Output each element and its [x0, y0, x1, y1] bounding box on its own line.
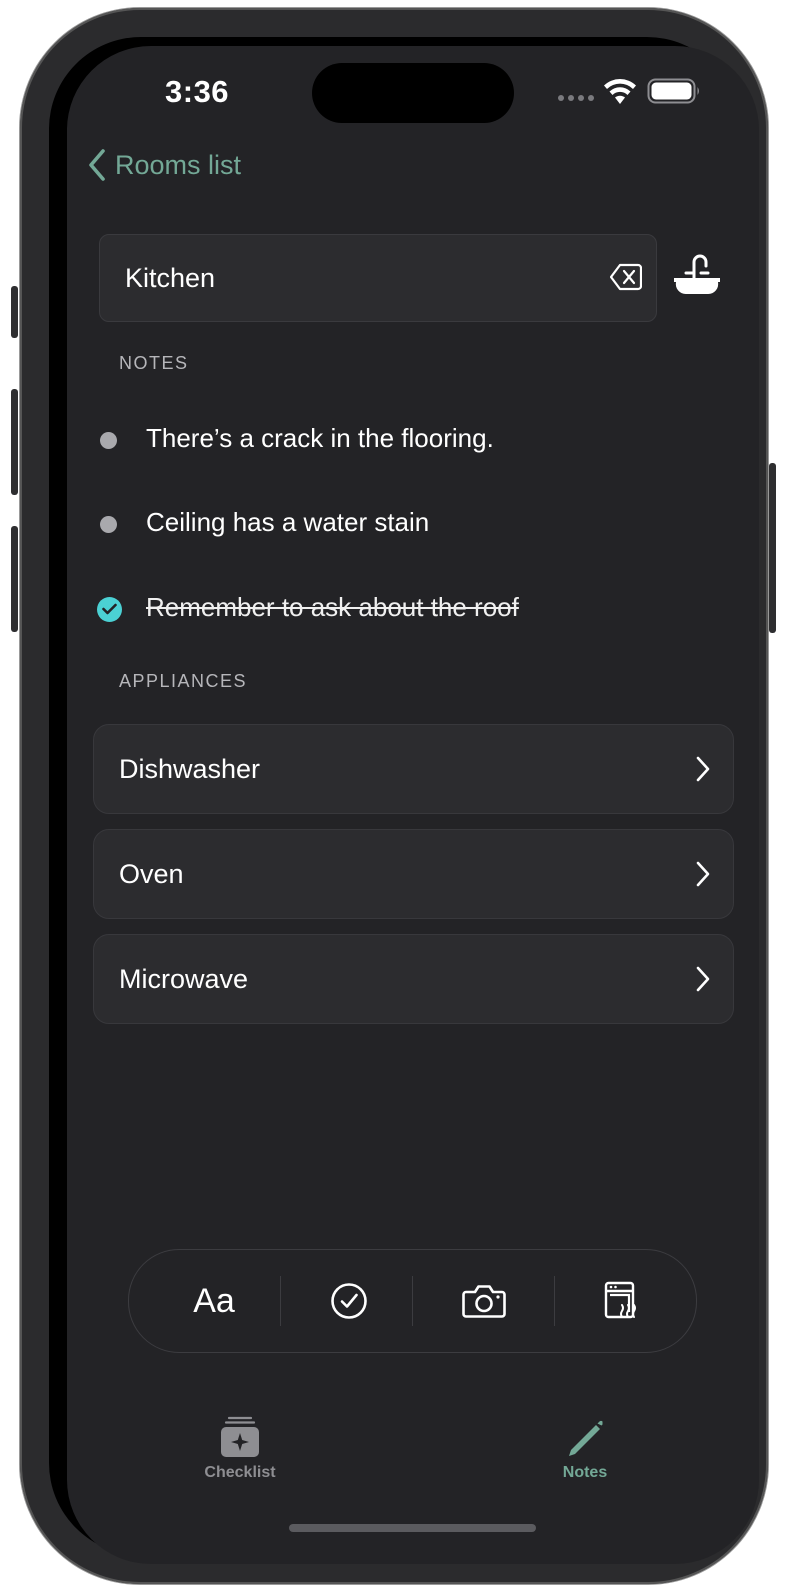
appliance-row-dishwasher[interactable]: Dishwasher: [93, 724, 734, 814]
note-text[interactable]: There’s a crack in the flooring.: [146, 423, 494, 454]
text-format-icon: Aa: [193, 1281, 235, 1320]
battery-icon: [647, 78, 699, 104]
note-item[interactable]: There’s a crack in the flooring.: [97, 423, 494, 457]
appliance-label: Microwave: [119, 964, 249, 994]
pencil-icon: [569, 1420, 603, 1456]
toolbar-divider: [554, 1276, 555, 1326]
bullet-icon[interactable]: [100, 431, 117, 449]
appliance-label: Oven: [119, 859, 184, 889]
screen: 3:36 Rooms list Kitchen NOTES There’s a …: [67, 46, 759, 1564]
power-button: [769, 463, 776, 633]
room-name-field[interactable]: Kitchen: [99, 234, 657, 322]
wifi-icon: [604, 79, 636, 104]
chevron-left-icon: [89, 149, 105, 181]
note-text[interactable]: Remember to ask about the roof: [146, 592, 519, 623]
appliance-button[interactable]: [569, 1250, 674, 1352]
chevron-right-icon: [696, 756, 710, 782]
add-checkbox-button[interactable]: [294, 1250, 404, 1352]
back-label: Rooms list: [115, 149, 242, 180]
home-indicator[interactable]: [289, 1524, 536, 1532]
room-name-value: Kitchen: [125, 263, 216, 293]
action-button: [11, 286, 18, 338]
camera-button[interactable]: [429, 1250, 539, 1352]
appliance-icon: [604, 1281, 636, 1319]
back-button[interactable]: Rooms list: [87, 148, 241, 182]
appliance-row-microwave[interactable]: Microwave: [93, 934, 734, 1024]
chevron-right-icon: [696, 966, 710, 992]
bullet-icon[interactable]: [100, 515, 117, 533]
checkmark-circle-icon: [331, 1283, 367, 1319]
text-format-button[interactable]: Aa: [159, 1250, 269, 1352]
notes-section-header: NOTES: [119, 353, 189, 373]
toolbar-divider: [280, 1276, 281, 1326]
tab-label: Notes: [562, 1464, 608, 1481]
appliances-section-header: APPLIANCES: [119, 671, 248, 691]
status-time: 3:36: [165, 74, 230, 109]
sink-icon[interactable]: [673, 254, 721, 300]
clear-text-icon[interactable]: [610, 263, 642, 291]
checkmark-icon[interactable]: [97, 596, 122, 622]
appliance-label: Dishwasher: [119, 754, 261, 784]
cellular-signal-icon: [558, 95, 594, 101]
note-item[interactable]: Ceiling has a water stain: [97, 507, 429, 541]
note-item[interactable]: Remember to ask about the roof: [97, 592, 519, 626]
volume-up-button: [11, 389, 18, 495]
toolbar-divider: [412, 1276, 413, 1326]
appliance-row-oven[interactable]: Oven: [93, 829, 734, 919]
volume-down-button: [11, 526, 18, 632]
editing-toolbar: Aa: [128, 1249, 697, 1353]
tab-label: Checklist: [204, 1464, 276, 1481]
camera-icon: [462, 1285, 506, 1318]
tab-notes[interactable]: Notes: [525, 1416, 645, 1482]
dynamic-island: [312, 63, 514, 123]
device-frame: 3:36 Rooms list Kitchen NOTES There’s a …: [11, 8, 776, 1584]
note-text[interactable]: Ceiling has a water stain: [146, 507, 429, 538]
tab-checklist[interactable]: Checklist: [180, 1416, 300, 1482]
chevron-right-icon: [696, 861, 710, 887]
checklist-icon: [221, 1416, 259, 1457]
